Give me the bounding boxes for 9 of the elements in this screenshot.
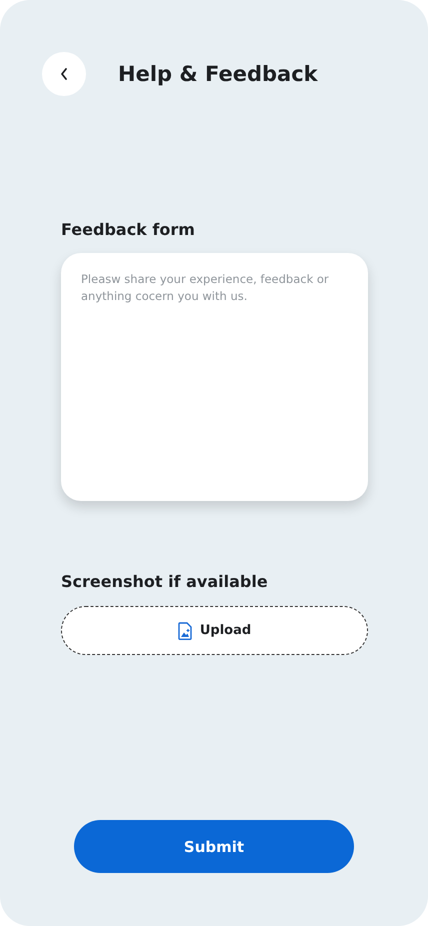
image-file-icon	[178, 622, 192, 640]
section-label: Screenshot if available	[61, 571, 269, 593]
upload-button[interactable]: Upload	[61, 606, 368, 655]
back-button[interactable]	[42, 52, 86, 96]
back-icon	[59, 67, 69, 81]
section-label: Feedback form	[61, 219, 196, 241]
feedback-field[interactable]: Pleasw share your experience, feedback or anything cocern you with us.	[61, 253, 368, 501]
submit-button[interactable]: Submit	[74, 820, 354, 873]
page-title: Help & Feedback	[118, 62, 318, 86]
